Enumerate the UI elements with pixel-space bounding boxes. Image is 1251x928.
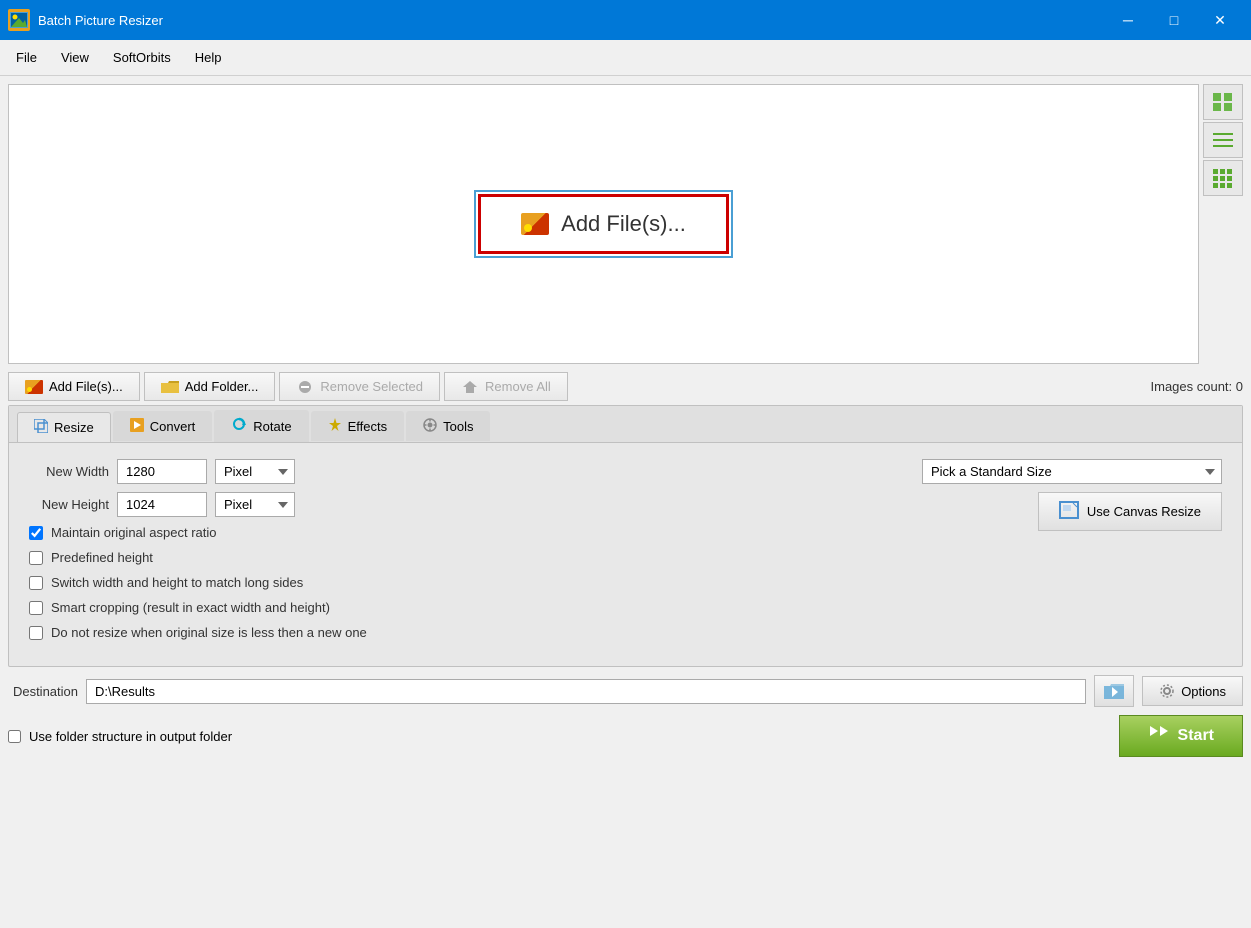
minimize-button[interactable]: ─: [1105, 0, 1151, 40]
preview-area: Add File(s)...: [8, 84, 1199, 364]
menu-help[interactable]: Help: [183, 46, 234, 69]
view-buttons-panel: [1203, 84, 1243, 364]
no-resize-label: Do not resize when original size is less…: [51, 625, 367, 640]
remove-all-label: Remove All: [485, 379, 551, 394]
window-controls: ─ □ ✕: [1105, 0, 1243, 40]
effects-tab-icon: [328, 418, 342, 435]
maximize-button[interactable]: □: [1151, 0, 1197, 40]
options-button[interactable]: Options: [1142, 676, 1243, 706]
width-input[interactable]: [117, 459, 207, 484]
canvas-resize-label: Use Canvas Resize: [1087, 504, 1201, 519]
tools-tab-icon: [423, 418, 437, 435]
destination-input[interactable]: [86, 679, 1086, 704]
width-row: New Width Pixel Percent Inch CM: [29, 459, 882, 484]
remove-selected-icon: [296, 380, 314, 394]
height-row: New Height Pixel Percent Inch CM: [29, 492, 882, 517]
resize-tab-content: New Width Pixel Percent Inch CM New Heig…: [9, 443, 1242, 666]
tab-effects-label: Effects: [348, 419, 388, 434]
images-count: Images count: 0: [1151, 379, 1244, 394]
folder-structure-label: Use folder structure in output folder: [29, 729, 232, 744]
folder-icon: [161, 380, 179, 394]
smart-crop-checkbox[interactable]: [29, 601, 43, 615]
tabs-header: Resize Convert: [9, 406, 1242, 443]
toolbar: Add File(s)... Add Folder... Remove Sele…: [0, 368, 1251, 405]
tab-tools-label: Tools: [443, 419, 473, 434]
height-label: New Height: [29, 497, 109, 512]
add-files-label: Add File(s)...: [49, 379, 123, 394]
smart-crop-label: Smart cropping (result in exact width an…: [51, 600, 330, 615]
predefined-height-checkbox[interactable]: [29, 551, 43, 565]
tab-resize[interactable]: Resize: [17, 412, 111, 442]
add-folder-label: Add Folder...: [185, 379, 259, 394]
add-files-big-label: Add File(s)...: [561, 211, 686, 237]
tab-effects[interactable]: Effects: [311, 411, 405, 441]
canvas-resize-icon: [1059, 501, 1079, 522]
tab-convert-label: Convert: [150, 419, 196, 434]
tab-convert[interactable]: Convert: [113, 411, 213, 441]
remove-selected-button[interactable]: Remove Selected: [279, 372, 440, 401]
list-view-button[interactable]: [1203, 122, 1243, 158]
maintain-aspect-checkbox[interactable]: [29, 526, 43, 540]
app-title: Batch Picture Resizer: [38, 13, 163, 28]
convert-tab-icon: [130, 418, 144, 435]
bottom-bar: Destination Options Use folder s: [0, 667, 1251, 765]
maintain-aspect-label: Maintain original aspect ratio: [51, 525, 216, 540]
tab-tools[interactable]: Tools: [406, 411, 490, 441]
rotate-tab-icon: [231, 417, 247, 436]
options-gear-icon: [1159, 683, 1175, 699]
destination-row: Destination Options: [8, 675, 1243, 707]
start-button[interactable]: Start: [1119, 715, 1243, 757]
resize-right: Pick a Standard Size 640x480 800x600 102…: [902, 459, 1222, 531]
switch-sides-label: Switch width and height to match long si…: [51, 575, 303, 590]
width-unit-select[interactable]: Pixel Percent Inch CM: [215, 459, 295, 484]
menu-view[interactable]: View: [49, 46, 101, 69]
start-icon: [1148, 726, 1170, 746]
add-files-button[interactable]: Add File(s)...: [8, 372, 140, 401]
menu-file[interactable]: File: [4, 46, 49, 69]
predefined-height-row: Predefined height: [29, 550, 882, 565]
menubar: File View SoftOrbits Help: [0, 40, 1251, 76]
tabs-panel: Resize Convert: [8, 405, 1243, 667]
add-files-big-button[interactable]: Add File(s)...: [478, 194, 729, 254]
titlebar-left: Batch Picture Resizer: [8, 9, 163, 31]
remove-all-button[interactable]: Remove All: [444, 372, 568, 401]
no-resize-checkbox[interactable]: [29, 626, 43, 640]
no-resize-row: Do not resize when original size is less…: [29, 625, 882, 640]
smart-crop-row: Smart cropping (result in exact width an…: [29, 600, 882, 615]
switch-sides-checkbox[interactable]: [29, 576, 43, 590]
destination-label: Destination: [8, 684, 78, 699]
add-folder-button[interactable]: Add Folder...: [144, 372, 276, 401]
options-label: Options: [1181, 684, 1226, 699]
tab-rotate-label: Rotate: [253, 419, 291, 434]
resize-layout: New Width Pixel Percent Inch CM New Heig…: [29, 459, 1222, 650]
close-button[interactable]: ✕: [1197, 0, 1243, 40]
main-content: Add File(s)...: [0, 76, 1251, 928]
bottom-actions-row: Use folder structure in output folder St…: [8, 715, 1243, 757]
height-input[interactable]: [117, 492, 207, 517]
menu-softorbits[interactable]: SoftOrbits: [101, 46, 183, 69]
grid-view-button[interactable]: [1203, 160, 1243, 196]
folder-structure-checkbox[interactable]: [8, 730, 21, 743]
remove-selected-label: Remove Selected: [320, 379, 423, 394]
resize-left: New Width Pixel Percent Inch CM New Heig…: [29, 459, 882, 650]
predefined-height-label: Predefined height: [51, 550, 153, 565]
folder-structure-row: Use folder structure in output folder: [8, 729, 232, 744]
width-label: New Width: [29, 464, 109, 479]
tab-resize-label: Resize: [54, 420, 94, 435]
browse-button[interactable]: [1094, 675, 1134, 707]
thumbnail-view-button[interactable]: [1203, 84, 1243, 120]
standard-size-select[interactable]: Pick a Standard Size 640x480 800x600 102…: [922, 459, 1222, 484]
start-label: Start: [1178, 727, 1214, 745]
height-unit-select[interactable]: Pixel Percent Inch CM: [215, 492, 295, 517]
remove-all-icon: [461, 380, 479, 394]
tab-rotate[interactable]: Rotate: [214, 410, 308, 442]
switch-sides-row: Switch width and height to match long si…: [29, 575, 882, 590]
canvas-resize-button[interactable]: Use Canvas Resize: [1038, 492, 1222, 531]
resize-tab-icon: [34, 419, 48, 436]
app-icon: [8, 9, 30, 31]
titlebar: Batch Picture Resizer ─ □ ✕: [0, 0, 1251, 40]
maintain-aspect-row: Maintain original aspect ratio: [29, 525, 882, 540]
